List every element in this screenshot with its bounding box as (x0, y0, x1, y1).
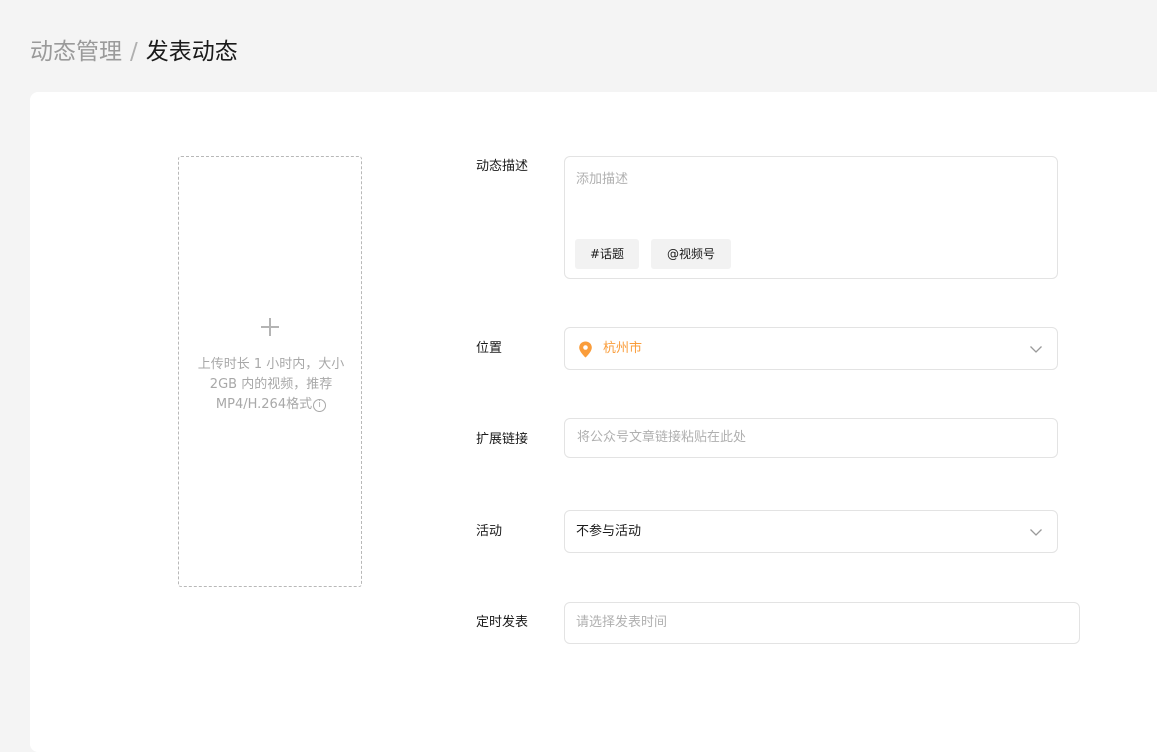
breadcrumb-parent-link[interactable]: 动态管理 (30, 36, 122, 68)
page-title: 发表动态 (145, 39, 238, 65)
activity-value: 不参与活动 (576, 524, 642, 539)
link-label: 扩展链接 (476, 432, 529, 447)
link-placeholder: 将公众号文章链接粘贴在此处 (577, 430, 747, 445)
upload-hint: 上传时长 1 小时内，大小 2GB 内的视频，推荐MP4/H.264格式 i (195, 355, 347, 415)
location-value: 杭州市 (603, 341, 643, 356)
chevron-down-icon (1030, 529, 1042, 536)
video-upload-area[interactable]: 上传时长 1 小时内，大小 2GB 内的视频，推荐MP4/H.264格式 i (178, 156, 362, 587)
publish-form-card: 上传时长 1 小时内，大小 2GB 内的视频，推荐MP4/H.264格式 i 动态… (30, 92, 1157, 752)
activity-select[interactable]: 不参与活动 (564, 510, 1058, 553)
schedule-time-input[interactable]: 请选择发表时间 (564, 602, 1080, 644)
plus-icon (261, 318, 279, 336)
description-field[interactable]: 添加描述 #话题 @视频号 (564, 156, 1058, 279)
topic-tag-button[interactable]: #话题 (575, 239, 639, 269)
activity-label: 活动 (476, 524, 503, 539)
info-icon[interactable]: i (313, 399, 327, 412)
location-select[interactable]: 杭州市 (564, 327, 1058, 370)
description-placeholder: 添加描述 (576, 172, 629, 187)
mention-channel-button[interactable]: @视频号 (651, 239, 731, 269)
schedule-placeholder: 请选择发表时间 (576, 615, 668, 630)
chevron-down-icon (1030, 346, 1042, 353)
description-label: 动态描述 (476, 159, 529, 174)
location-pin-icon (579, 341, 592, 358)
schedule-label: 定时发表 (476, 615, 529, 630)
location-label: 位置 (476, 341, 503, 356)
breadcrumb-separator: / (130, 39, 138, 65)
breadcrumb: 动态管理 / 发表动态 (30, 36, 238, 68)
extension-link-input[interactable]: 将公众号文章链接粘贴在此处 (564, 418, 1058, 458)
